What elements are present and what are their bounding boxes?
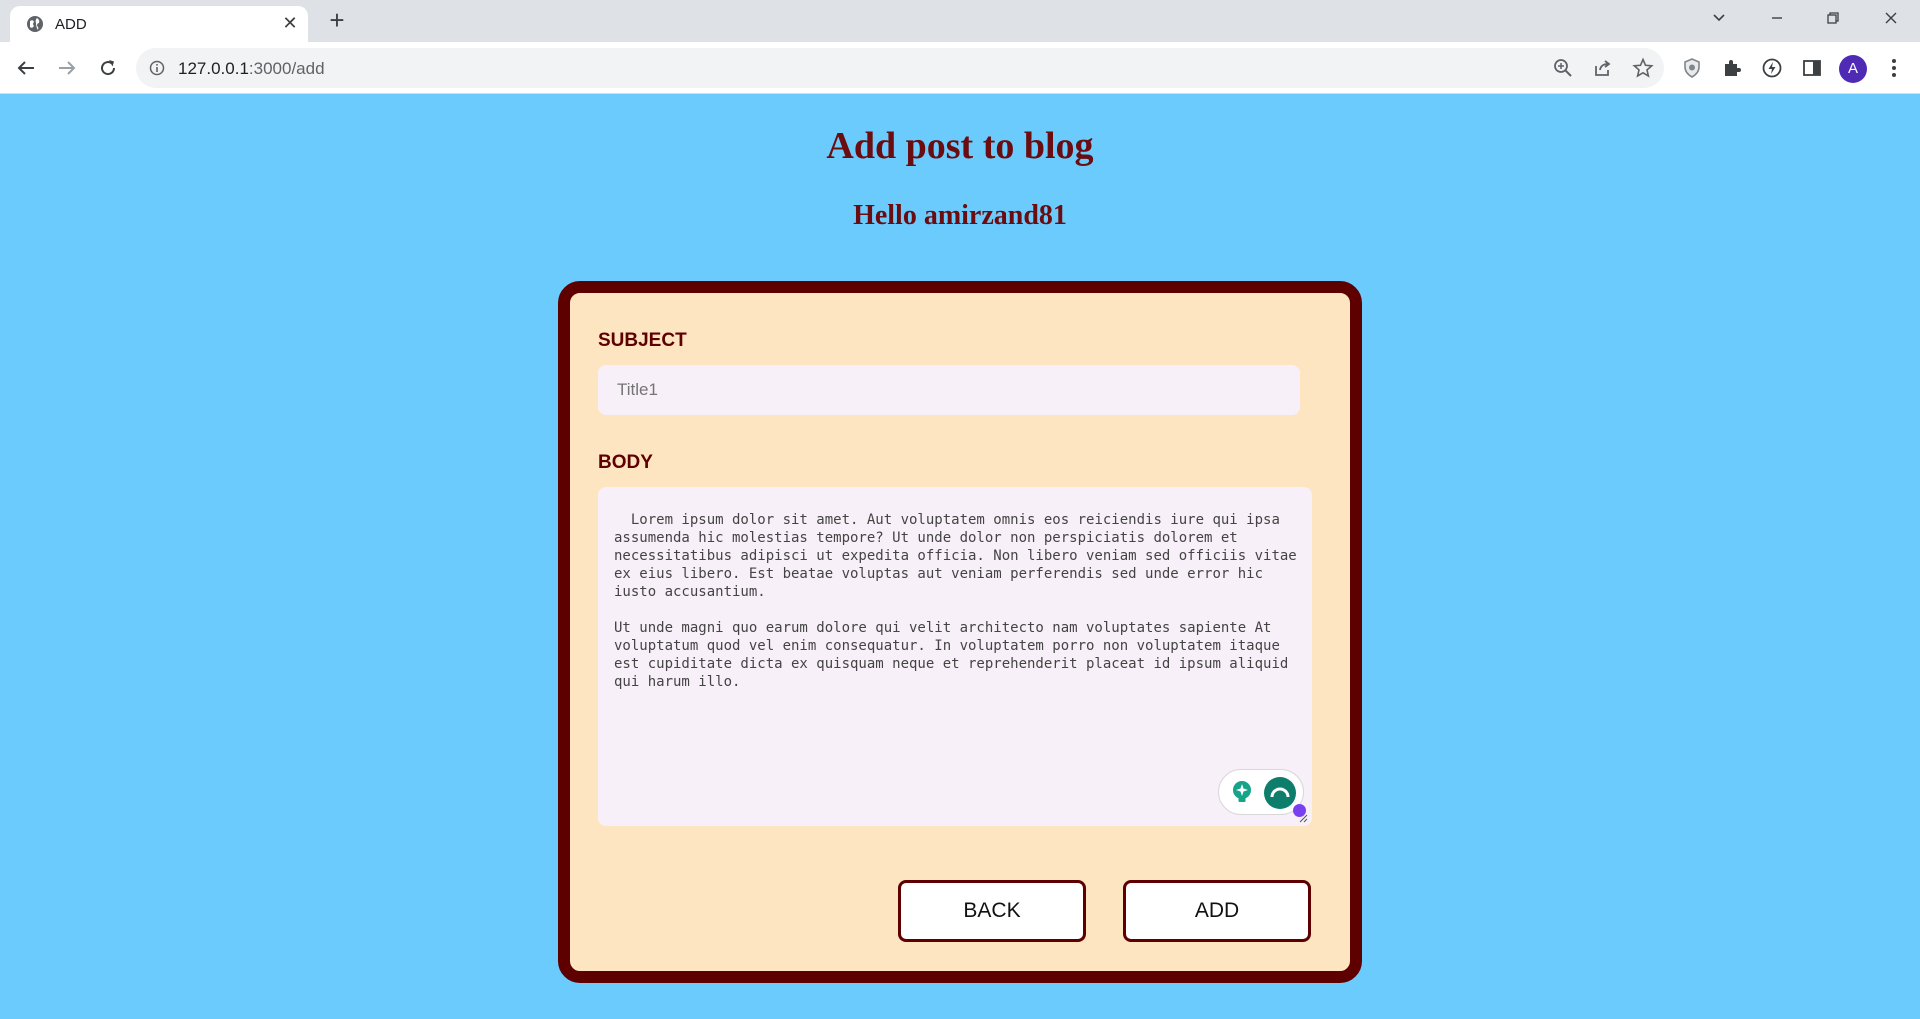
browser-tab[interactable]: ADD ✕ xyxy=(10,6,308,42)
back-arrow-icon[interactable] xyxy=(14,56,38,80)
url-text[interactable]: 127.0.0.1:3000/add xyxy=(178,59,325,79)
grammarly-widget[interactable] xyxy=(1218,769,1306,817)
shield-extension-icon[interactable] xyxy=(1680,56,1704,80)
reload-icon[interactable] xyxy=(96,56,120,80)
resize-handle-icon[interactable] xyxy=(1298,813,1308,823)
zoom-icon[interactable] xyxy=(1552,57,1574,79)
puzzle-extensions-icon[interactable] xyxy=(1720,56,1744,80)
star-icon[interactable] xyxy=(1632,57,1654,79)
address-bar[interactable]: 127.0.0.1:3000/add xyxy=(136,48,1664,88)
add-button[interactable]: ADD xyxy=(1123,880,1311,942)
browser-toolbar: 127.0.0.1:3000/add A xyxy=(0,42,1920,94)
url-path: :3000/add xyxy=(248,59,325,78)
forward-arrow-icon[interactable] xyxy=(55,56,79,80)
grammarly-logo-icon[interactable] xyxy=(1263,776,1297,810)
globe-icon xyxy=(27,16,43,32)
tab-title: ADD xyxy=(55,16,87,33)
minimize-window-icon[interactable] xyxy=(1762,6,1792,30)
url-host: 127.0.0.1 xyxy=(178,59,249,78)
back-button[interactable]: BACK xyxy=(898,880,1086,942)
side-panel-icon[interactable] xyxy=(1800,56,1824,80)
close-tab-icon[interactable]: ✕ xyxy=(280,13,300,33)
close-window-icon[interactable] xyxy=(1876,6,1906,30)
menu-dots-icon[interactable] xyxy=(1886,56,1902,80)
user-greeting: Hello amirzand81 xyxy=(853,200,1067,231)
page-title: Add post to blog xyxy=(826,125,1094,167)
profile-avatar[interactable]: A xyxy=(1839,55,1867,83)
body-textarea[interactable]: Lorem ipsum dolor sit amet. Aut voluptat… xyxy=(598,487,1312,826)
info-icon[interactable] xyxy=(149,60,165,76)
add-post-form: SUBJECT BODY Lorem ipsum dolor sit amet.… xyxy=(558,281,1362,983)
restore-window-icon[interactable] xyxy=(1818,6,1848,30)
share-icon[interactable] xyxy=(1592,57,1614,79)
grammarly-bulb-icon[interactable] xyxy=(1229,779,1255,805)
body-textarea-wrapper: Lorem ipsum dolor sit amet. Aut voluptat… xyxy=(598,487,1312,826)
browser-tab-bar: ADD ✕ + xyxy=(0,0,1920,42)
new-tab-button[interactable]: + xyxy=(325,7,349,33)
tab-search-chevron-icon[interactable] xyxy=(1704,6,1734,30)
lightning-extension-icon[interactable] xyxy=(1760,56,1784,80)
subject-input[interactable] xyxy=(598,365,1300,415)
body-label: BODY xyxy=(598,452,653,473)
subject-label: SUBJECT xyxy=(598,330,687,351)
